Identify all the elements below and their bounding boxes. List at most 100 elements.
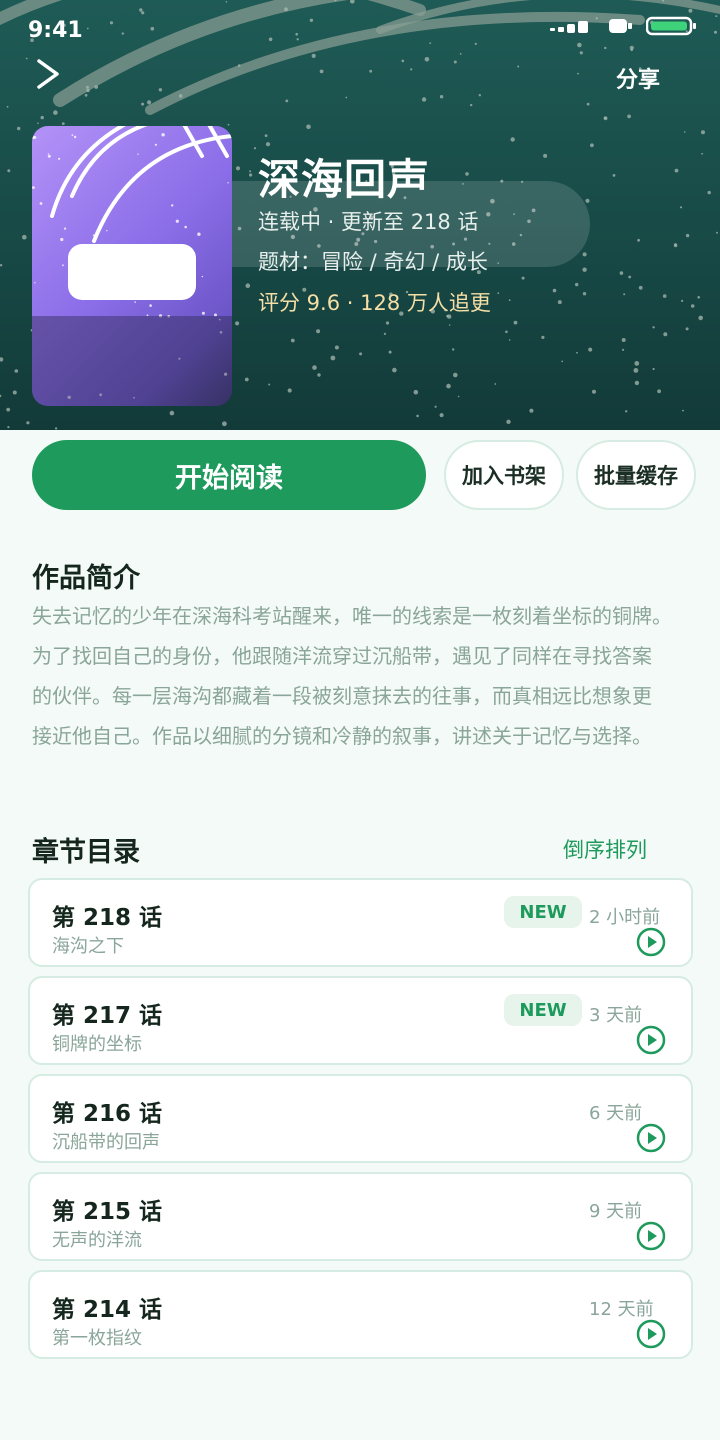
intro-heading: 作品简介 xyxy=(32,563,140,594)
hero-speckle xyxy=(448,324,451,326)
hero-header: 9:41 分享 深海回声 连载中 · 更新至 218 话 题材：冒险 / 奇幻 … xyxy=(0,0,720,430)
hero-speckle xyxy=(494,383,497,385)
chapter-number: 第 214 话 xyxy=(52,1297,163,1323)
hero-speckle xyxy=(698,315,703,321)
hero-speckle xyxy=(638,285,643,290)
hero-speckle xyxy=(369,69,373,73)
share-button[interactable]: 分享 xyxy=(616,62,660,94)
cover-speckle xyxy=(64,227,67,230)
batch-download-button[interactable]: 批量缓存 xyxy=(576,440,696,510)
cover-speckle xyxy=(47,154,51,158)
hero-speckle xyxy=(94,85,99,89)
hero-speckle xyxy=(416,414,419,418)
chapter-number: 第 218 话 xyxy=(52,905,163,931)
hero-speckle xyxy=(319,69,324,74)
book-rating: 评分 9.6 · 128 万人追更 xyxy=(258,291,491,315)
hero-speckle xyxy=(552,288,557,293)
chapter-number: 第 217 话 xyxy=(52,1003,163,1029)
hero-speckle xyxy=(7,426,10,429)
hero-speckle xyxy=(61,122,65,125)
hero-speckle xyxy=(453,60,457,64)
chapter-item[interactable]: 第 218 话 海沟之下 NEW 2 小时前 xyxy=(28,878,693,967)
chapter-item[interactable]: 第 217 话 铜牌的坐标 NEW 3 天前 xyxy=(28,976,693,1065)
sort-toggle[interactable]: 倒序排列 xyxy=(563,834,647,864)
hero-speckle xyxy=(306,124,311,130)
chapter-name: 无声的洋流 xyxy=(52,1230,142,1251)
start-reading-button[interactable]: 开始阅读 xyxy=(32,440,426,510)
add-to-shelf-button[interactable]: 加入书架 xyxy=(444,440,564,510)
hero-speckle xyxy=(576,351,578,354)
cover-speckle xyxy=(39,202,43,205)
hero-speckle xyxy=(590,143,594,148)
hero-speckle xyxy=(40,115,44,120)
hero-speckle xyxy=(497,292,500,294)
play-circle-icon[interactable] xyxy=(636,1025,666,1055)
hero-speckle xyxy=(285,99,289,103)
chapter-item[interactable]: 第 215 话 无声的洋流 9 天前 xyxy=(28,1172,693,1261)
hero-speckle xyxy=(625,410,628,413)
hero-speckle xyxy=(12,390,17,395)
hero-speckle xyxy=(701,152,703,155)
hero-speckle xyxy=(652,367,655,371)
hero-speckle xyxy=(561,360,564,363)
cover-speckle xyxy=(149,304,152,307)
hero-speckle xyxy=(541,335,545,339)
play-circle-icon[interactable] xyxy=(636,1319,666,1349)
battery-icon xyxy=(645,16,698,40)
hero-speckle xyxy=(685,327,689,331)
hero-speckle xyxy=(508,339,511,341)
hero-speckle xyxy=(0,357,4,362)
hero-speckle xyxy=(621,338,626,342)
chapter-list: 第 218 话 海沟之下 NEW 2 小时前 第 217 话 铜牌的坐标 NEW… xyxy=(28,878,693,1368)
hero-speckle xyxy=(452,348,455,351)
hero-speckle xyxy=(623,293,626,296)
play-circle-icon[interactable] xyxy=(636,1221,666,1251)
hero-speckle xyxy=(543,153,548,158)
chapter-item[interactable]: 第 216 话 沉船带的回声 6 天前 xyxy=(28,1074,693,1163)
cover-speckle xyxy=(154,143,157,146)
cover-speckle xyxy=(34,282,36,284)
hero-speckle xyxy=(627,114,631,119)
hero-speckle xyxy=(53,110,58,115)
hero-speckle xyxy=(633,368,639,373)
hero-speckle xyxy=(465,172,469,176)
hero-speckle xyxy=(637,238,640,242)
hero-speckle xyxy=(235,166,241,171)
cover-speckle xyxy=(60,237,64,242)
chapter-number: 第 216 话 xyxy=(52,1101,163,1127)
cover-speckle xyxy=(227,182,229,184)
hero-speckle xyxy=(577,72,579,75)
hero-speckle xyxy=(592,389,596,394)
hero-speckle xyxy=(86,85,89,89)
cover-speckle xyxy=(47,153,50,155)
hero-speckle xyxy=(359,352,363,356)
hero-speckle xyxy=(628,275,632,279)
hero-speckle xyxy=(317,373,321,377)
hero-speckle xyxy=(316,329,321,334)
hero-speckle xyxy=(86,88,90,93)
book-genre: 题材：冒险 / 奇幻 / 成长 xyxy=(258,250,488,274)
hero-speckle xyxy=(84,93,88,97)
hero-speckle xyxy=(505,330,508,334)
hero-speckle xyxy=(245,283,251,289)
hero-speckle xyxy=(634,361,640,366)
hero-speckle xyxy=(6,407,11,412)
play-circle-icon[interactable] xyxy=(636,927,666,957)
hero-speckle xyxy=(652,326,655,329)
hero-speckle xyxy=(682,409,684,412)
hero-speckle xyxy=(17,126,21,131)
chapter-time: 6 天前 xyxy=(589,1103,643,1124)
hero-speckle xyxy=(244,377,249,382)
hero-speckle xyxy=(582,267,587,272)
hero-speckle xyxy=(410,68,413,71)
back-button[interactable] xyxy=(28,56,68,96)
hero-speckle xyxy=(674,168,679,173)
hero-speckle xyxy=(439,413,444,418)
hero-speckle xyxy=(662,294,667,298)
cover-speckle xyxy=(33,136,37,139)
hero-speckle xyxy=(622,348,625,351)
chapter-item[interactable]: 第 214 话 第一枚指纹 12 天前 xyxy=(28,1270,693,1359)
hero-speckle xyxy=(334,345,339,350)
play-circle-icon[interactable] xyxy=(636,1123,666,1153)
hero-speckle xyxy=(508,299,511,302)
